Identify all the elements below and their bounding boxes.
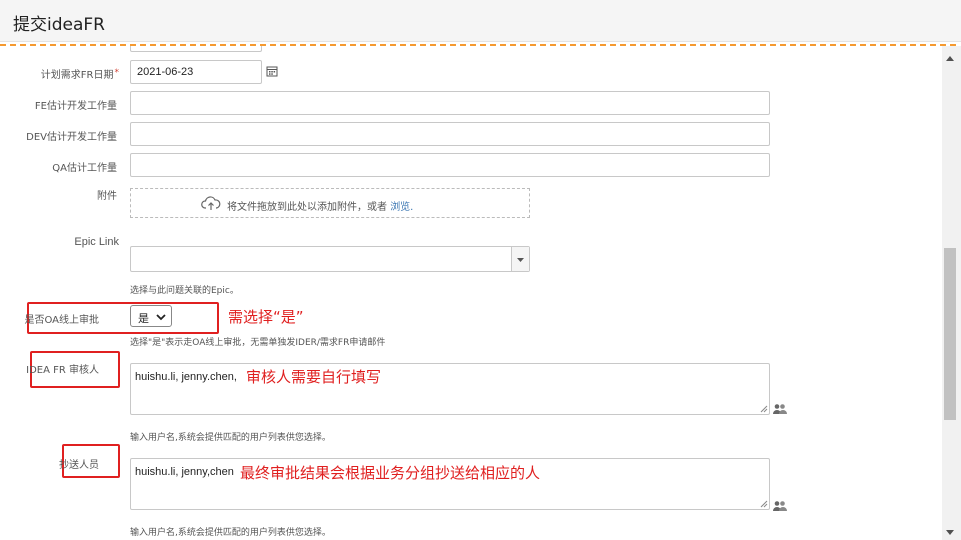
dev-estimate-label: DEV估计开发工作量 [26, 132, 117, 143]
cloud-upload-icon [201, 196, 221, 210]
dropzone-text: 将文件拖放到此处以添加附件，或者 浏览. [227, 198, 413, 213]
oa-approval-hint: 选择"是"表示走OA线上审批，无需单独发IDER/需求FR申请邮件 [130, 338, 386, 348]
resize-handle-icon[interactable] [760, 500, 768, 508]
dialog-title: 提交ideaFR [13, 15, 105, 35]
attachment-label: 附件 [97, 191, 117, 202]
scroll-up-arrow[interactable] [946, 56, 954, 61]
scrollbar-thumb[interactable] [944, 248, 956, 420]
qa-estimate-label: QA估计工作量 [52, 163, 117, 174]
dev-estimate-input[interactable] [130, 122, 770, 146]
form-body: 计划需求FR日期* 2021-06-23 FE估计开发工作量 DEV估计开发工作… [0, 46, 942, 540]
cc-people-value: huishu.li, jenny,chen [135, 466, 234, 478]
oa-approval-select[interactable]: 是 [130, 305, 172, 327]
cc-people-label: 抄送人员 [59, 460, 99, 471]
epic-link-input[interactable] [130, 246, 530, 272]
idea-reviewer-value: huishu.li, jenny.chen, [135, 371, 237, 383]
epic-link-dropdown-button[interactable] [511, 247, 529, 271]
cc-people-hint: 输入用户名,系统会提供匹配的用户列表供您选择。 [130, 528, 331, 538]
attachment-dropzone[interactable]: 将文件拖放到此处以添加附件，或者 浏览. [130, 188, 530, 218]
annotation-cc-note: 最终审批结果会根据业务分组抄送给相应的人 [240, 464, 541, 482]
browse-link[interactable]: 浏览. [390, 202, 413, 213]
planned-date-label: 计划需求FR日期* [41, 66, 119, 81]
planned-date-input[interactable]: 2021-06-23 [130, 60, 262, 84]
chevron-down-icon [156, 314, 166, 321]
user-picker-icon[interactable] [772, 403, 788, 415]
dropzone-instructions: 将文件拖放到此处以添加附件，或者 [227, 202, 387, 213]
planned-date-label-text: 计划需求FR日期 [40, 70, 114, 81]
fe-estimate-input[interactable] [130, 91, 770, 115]
previous-field-edge[interactable] [130, 46, 262, 52]
epic-link-label: Epic Link [74, 236, 119, 248]
qa-estimate-input[interactable] [130, 153, 770, 177]
resize-handle-icon[interactable] [760, 405, 768, 413]
calendar-icon[interactable] [266, 65, 278, 77]
annotation-reviewer-note: 审核人需要自行填写 [246, 368, 382, 386]
idea-reviewer-hint: 输入用户名,系统会提供匹配的用户列表供您选择。 [130, 433, 331, 443]
scroll-down-arrow[interactable] [946, 530, 954, 535]
oa-approval-selected: 是 [138, 312, 149, 325]
idea-reviewer-textarea[interactable]: huishu.li, jenny.chen, [130, 363, 770, 415]
dialog-header: 提交ideaFR [0, 0, 961, 42]
oa-approval-label: 是否OA线上审批 [24, 315, 99, 326]
idea-reviewer-label: IDEA FR 审核人 [26, 365, 99, 376]
epic-link-hint: 选择与此问题关联的Epic。 [130, 286, 239, 296]
annotation-select-yes: 需选择“是” [228, 308, 304, 326]
planned-date-value: 2021-06-23 [137, 66, 194, 78]
required-marker: * [114, 68, 120, 78]
chevron-down-icon [517, 258, 524, 262]
user-picker-icon[interactable] [772, 500, 788, 512]
fe-estimate-label: FE估计开发工作量 [34, 101, 117, 112]
